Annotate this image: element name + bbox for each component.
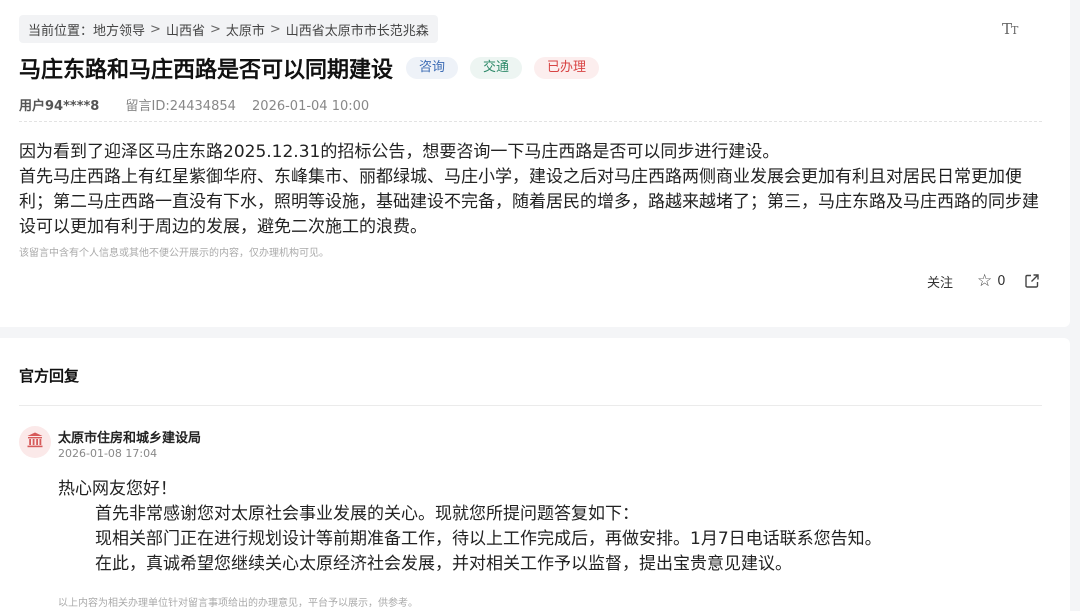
breadcrumb-item-local-leaders[interactable]: 地方领导 — [93, 20, 145, 39]
message-meta: 用户94****8 留言ID:24434854 2026-01-04 10:00 — [19, 95, 369, 114]
tag-consult: 咨询 — [406, 57, 459, 79]
message-paragraph: 因为看到了迎泽区马庄东路2025.12.31的招标公告，想要咨询一下马庄西路是否… — [19, 142, 780, 162]
reply-content: 热心网友您好！ 首先非常感谢您对太原社会事业发展的关心。现就您所提问题答复如下：… — [58, 477, 882, 577]
org-avatar — [19, 426, 51, 458]
government-building-icon — [26, 431, 44, 453]
privacy-note: 该留言中含有个人信息或其他不便公开展示的内容，仅办理机构可见。 — [19, 248, 329, 259]
star-icon[interactable]: ☆ — [977, 271, 992, 291]
reply-time: 2026-01-08 17:04 — [58, 447, 158, 460]
message-paragraph: 首先马庄西路上有红星紫御华府、东峰集市、丽都绿城、马庄小学，建设之后对马庄西路两… — [19, 167, 1039, 237]
divider — [19, 121, 1042, 122]
breadcrumb-item-taiyuan[interactable]: 太原市 — [226, 20, 265, 39]
follow-button[interactable]: 关注 — [927, 272, 953, 291]
reply-greeting: 热心网友您好！ — [58, 479, 177, 499]
message-card: 当前位置： 地方领导 > 山西省 > 太原市 > 山西省太原市市长范兆森 TT … — [0, 0, 1070, 327]
section-title: 官方回复 — [19, 367, 80, 385]
breadcrumb-prefix: 当前位置： — [28, 23, 94, 39]
star-count: 0 — [997, 273, 1006, 289]
reply-line: 在此，真诚希望您继续关心太原经济社会发展，并对相关工作予以监督，提出宝贵意见建议… — [95, 554, 792, 574]
breadcrumb-separator: > — [150, 21, 161, 37]
breadcrumb-separator: > — [209, 21, 221, 37]
page-title: 马庄东路和马庄西路是否可以同期建设 — [19, 58, 394, 83]
message-content: 因为看到了迎泽区马庄东路2025.12.31的招标公告，想要咨询一下马庄西路是否… — [19, 140, 1049, 240]
tag-traffic: 交通 — [470, 57, 523, 79]
breadcrumb-item-mayor[interactable]: 山西省太原市市长范兆森 — [286, 20, 429, 39]
reply-line: 首先非常感谢您对太原社会事业发展的关心。现就您所提问题答复如下： — [95, 504, 639, 524]
user-name: 用户94****8 — [19, 99, 100, 114]
font-size-icon[interactable]: TT — [1002, 20, 1018, 38]
reply-line: 现相关部门正在进行规划设计等前期准备工作，待以上工作完成后，再做安排。1月7日电… — [95, 529, 882, 549]
message-time: 2026-01-04 10:00 — [252, 99, 370, 114]
share-icon[interactable] — [1024, 273, 1040, 289]
divider — [19, 405, 1042, 406]
reply-disclaimer: 以上内容为相关办理单位针对留言事项给出的办理意见，平台予以展示，供参考。 — [58, 598, 418, 609]
org-name[interactable]: 太原市住房和城乡建设局 — [58, 427, 201, 446]
message-id: 留言ID:24434854 — [125, 99, 236, 114]
title-row: 马庄东路和马庄西路是否可以同期建设 咨询 交通 已办理 — [19, 52, 600, 84]
status-badge: 已办理 — [534, 57, 600, 79]
breadcrumb: 当前位置： 地方领导 > 山西省 > 太原市 > 山西省太原市市长范兆森 — [19, 15, 438, 43]
breadcrumb-item-shanxi[interactable]: 山西省 — [166, 20, 205, 39]
reply-card: 官方回复 太原市住房和城乡建设局 2026-01-08 17:04 热心网友您好… — [0, 338, 1070, 611]
breadcrumb-separator: > — [269, 21, 281, 37]
message-actions: 关注 ☆ 0 — [927, 271, 1040, 291]
